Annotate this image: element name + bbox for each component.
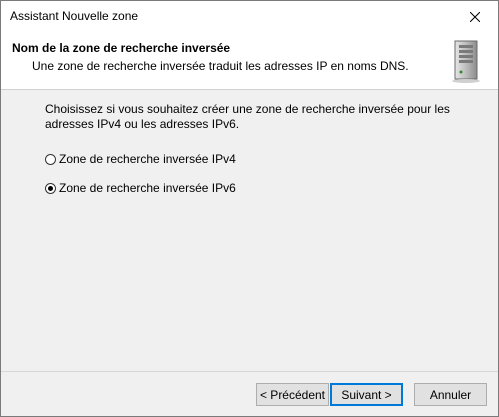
radio-ipv4[interactable]: Zone de recherche inversée IPv4 xyxy=(45,152,236,166)
back-button[interactable]: < Précédent xyxy=(256,383,329,406)
radio-ipv6[interactable]: Zone de recherche inversée IPv6 xyxy=(45,181,236,195)
cancel-button[interactable]: Annuler xyxy=(414,383,487,406)
radio-label-ipv6: Zone de recherche inversée IPv6 xyxy=(59,181,236,195)
radio-button-ipv4[interactable] xyxy=(45,153,56,165)
header-title: Nom de la zone de recherche inversée xyxy=(12,41,231,55)
radio-button-ipv6[interactable] xyxy=(45,182,56,194)
close-icon xyxy=(470,11,480,22)
radio-label-ipv4: Zone de recherche inversée IPv4 xyxy=(59,152,236,166)
wizard-header: Nom de la zone de recherche inversée Une… xyxy=(1,32,498,90)
window-title: Assistant Nouvelle zone xyxy=(10,9,139,23)
close-button[interactable] xyxy=(452,1,498,32)
description-text: Choisissez si vous souhaitez créer une z… xyxy=(45,102,450,131)
title-bar: Assistant Nouvelle zone xyxy=(1,1,498,32)
server-icon xyxy=(452,40,480,83)
wizard-window: Assistant Nouvelle zone Nom de la zone d… xyxy=(0,0,499,417)
wizard-content: Choisissez si vous souhaitez créer une z… xyxy=(1,90,498,372)
next-button[interactable]: Suivant > xyxy=(330,383,403,406)
footer-separator xyxy=(1,371,498,372)
header-subtitle: Une zone de recherche inversée traduit l… xyxy=(32,59,409,73)
